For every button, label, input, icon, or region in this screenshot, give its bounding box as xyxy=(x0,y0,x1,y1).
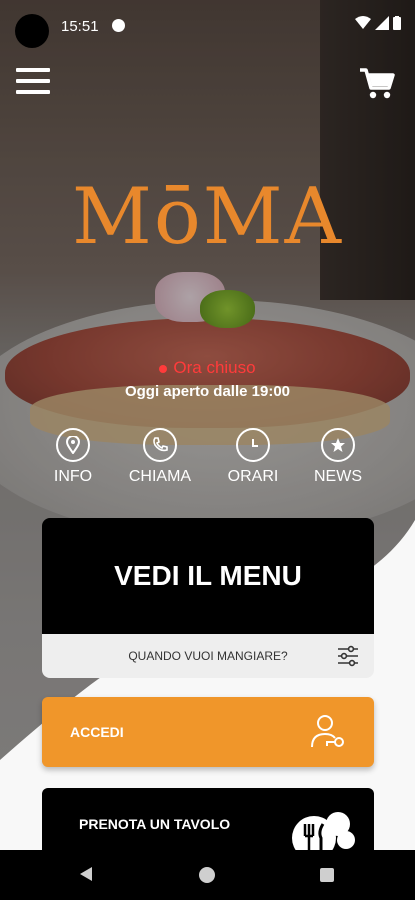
phone-icon xyxy=(143,428,177,462)
opening-status-text: Ora chiuso xyxy=(173,358,256,377)
wifi-icon xyxy=(355,16,371,29)
book-table-button[interactable]: PRENOTA UN TAVOLO xyxy=(42,788,374,858)
opening-hours-text: Oggi aperto dalle 19:00 xyxy=(124,383,291,400)
notification-icon xyxy=(112,19,125,32)
brand-logo: MōMA xyxy=(71,172,344,262)
quick-action-hours[interactable]: ORARI xyxy=(213,428,293,486)
menu-hamburger-icon[interactable] xyxy=(16,68,50,96)
when-to-eat-label: QUANDO VUOI MANGIARE? xyxy=(128,649,288,663)
book-table-label: PRENOTA UN TAVOLO xyxy=(79,816,231,832)
user-key-icon xyxy=(311,715,344,748)
status-dot-icon xyxy=(159,364,168,373)
star-bubble-icon xyxy=(321,428,355,462)
status-bar: 15:51 xyxy=(0,0,415,52)
quick-action-label: INFO xyxy=(53,468,93,485)
sliders-icon xyxy=(338,645,358,667)
quick-action-info[interactable]: INFO xyxy=(33,428,113,486)
system-icons xyxy=(355,16,401,30)
when-to-eat-selector[interactable]: QUANDO VUOI MANGIARE? xyxy=(42,634,374,678)
recents-icon[interactable] xyxy=(320,868,334,882)
quick-action-news[interactable]: NEWS xyxy=(298,428,378,486)
cart-icon[interactable] xyxy=(359,66,395,100)
signal-icon xyxy=(375,16,389,30)
camera-cutout xyxy=(15,14,49,48)
quick-action-call[interactable]: CHIAMA xyxy=(120,428,200,486)
login-label: ACCEDI xyxy=(70,724,124,740)
quick-action-label: ORARI xyxy=(227,468,279,485)
battery-icon xyxy=(393,16,401,30)
system-navigation-bar xyxy=(0,850,415,900)
view-menu-button[interactable]: VEDI IL MENU xyxy=(42,518,374,634)
opening-status: Ora chiuso xyxy=(0,358,415,378)
home-icon[interactable] xyxy=(199,867,215,883)
location-pin-icon xyxy=(56,428,90,462)
quick-action-label: NEWS xyxy=(314,468,362,485)
quick-action-label: CHIAMA xyxy=(128,468,192,485)
menu-card: VEDI IL MENU QUANDO VUOI MANGIARE? xyxy=(42,518,374,678)
clock-icon xyxy=(236,428,270,462)
back-icon[interactable] xyxy=(78,866,94,882)
login-button[interactable]: ACCEDI xyxy=(42,697,374,767)
status-time: 15:51 xyxy=(61,18,99,35)
top-bar xyxy=(0,60,415,110)
